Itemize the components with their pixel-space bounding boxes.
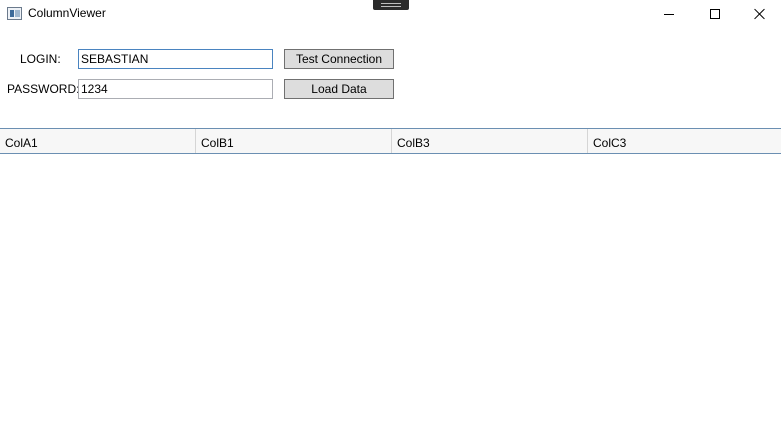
- maximize-button[interactable]: [692, 0, 738, 28]
- password-input[interactable]: [78, 79, 273, 99]
- column-header-colb3[interactable]: ColB3: [392, 129, 588, 153]
- close-button[interactable]: [737, 0, 781, 28]
- minimize-button[interactable]: [646, 0, 692, 28]
- test-connection-button[interactable]: Test Connection: [284, 49, 394, 69]
- maximize-icon: [710, 9, 720, 19]
- password-label: PASSWORD:: [7, 82, 80, 96]
- minimize-icon: [664, 13, 674, 15]
- data-grid[interactable]: ColA1 ColB1 ColB3 ColC3: [0, 128, 781, 440]
- column-header-cola1[interactable]: ColA1: [0, 129, 196, 153]
- login-label: LOGIN:: [20, 52, 61, 66]
- grid-header: ColA1 ColB1 ColB3 ColC3: [0, 129, 781, 154]
- column-header-colb1[interactable]: ColB1: [196, 129, 392, 153]
- app-window-icon: [7, 7, 22, 20]
- window-title: ColumnViewer: [28, 6, 106, 20]
- close-icon: [754, 8, 766, 20]
- drag-handle-icon[interactable]: [373, 0, 409, 10]
- login-input[interactable]: [78, 49, 273, 69]
- load-data-button[interactable]: Load Data: [284, 79, 394, 99]
- column-header-colc3[interactable]: ColC3: [588, 129, 781, 153]
- title-bar[interactable]: ColumnViewer: [0, 0, 781, 28]
